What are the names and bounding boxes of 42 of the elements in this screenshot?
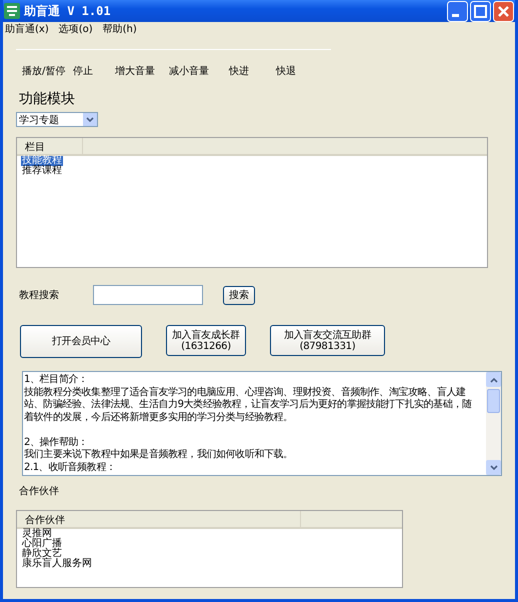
info-text-line: 技能教程分类收集整理了适合盲友学习的电脑应用、心理咨询、理财投资、音频制作、淘宝攻略、盲人建 [24,386,467,398]
info-text-line: 着软件的发展，今后还将新增更多实用的学习分类与经验教程。 [24,412,294,424]
action-button[interactable]: 加入盲友交流互助群 (87981331) [270,325,385,356]
partner-item[interactable]: 心阳广播 [21,539,63,549]
partner-item[interactable]: 静欣文艺 [21,549,63,559]
minimize-button[interactable] [447,0,468,22]
media-control-link[interactable]: 快进 [229,64,276,78]
media-control-link[interactable]: 快退 [276,64,316,78]
scroll-thumb[interactable] [487,389,500,413]
scroll-up-icon[interactable] [486,372,501,387]
search-button[interactable]: 搜索 [223,286,255,304]
info-text-line: 我们主要来说下教程中如果是音频教程，我们如何收听和下载。 [24,449,294,462]
app-icon [4,3,20,19]
column-header[interactable]: 栏目 [17,138,83,154]
section-label: 合作伙伴 [18,485,60,498]
info-text-line: 2、操作帮助： [24,436,89,448]
media-control-link[interactable]: 减小音量 [169,64,229,78]
close-button[interactable] [493,0,514,22]
media-control-link[interactable]: 停止 [73,64,115,78]
module-dropdown[interactable]: 学习专题 [16,112,98,127]
partner-item[interactable]: 灵推网 [21,529,53,539]
info-text-line: 2.1、收听音频教程： [24,462,117,474]
info-text-area[interactable]: 1、栏目简介： 技能教程分类收集整理了适合盲友学习的电脑应用、心理咨询、理财投资、音频制作、淘宝攻略、盲人建 站、防骗经验、法律法规、生活自力9大类经验教程，让盲友学习后为更好的掌握技能打下扎实的基础，随 着软件的发展，今后还将新增更多实用的学习分类与经验教程。 2、操作帮助： 我们主要来说下教程中如果是音频教程，我们如何收听和下载。 2.1、收听音频教程： [22,371,502,476]
maximize-button[interactable] [470,0,491,22]
category-item[interactable]: 推荐课程 [21,166,63,176]
info-text-line: 1、栏目简介： [24,374,89,386]
menu-item[interactable]: 选项(o) [58,22,93,36]
section-heading: 功能模块 [18,90,76,108]
search-field[interactable] [93,285,203,305]
menu-item[interactable]: 帮助(h) [102,22,137,36]
action-button[interactable]: 加入盲友成长群 (1631266) [166,325,246,356]
menu-item[interactable]: 助盲通(x) [5,22,49,36]
info-text-line: 站、防骗经验、法律法规、生活自力9大类经验教程，让盲友学习后为更好的掌握技能打下扎实的基础，随 [24,399,473,412]
category-item[interactable]: 技能教程 [21,156,63,166]
media-control-link[interactable]: 播放/暂停 [22,64,73,78]
action-button[interactable]: 打开会员中心 [20,325,142,358]
scrollbar[interactable] [486,372,501,475]
window-title: 助盲通 V 1.01 [24,2,111,20]
scroll-down-icon[interactable] [486,460,501,475]
search-label: 教程搜索 [19,288,59,302]
partner-item[interactable]: 康乐盲人服务网 [21,559,93,569]
media-control-link[interactable]: 增大音量 [115,64,169,78]
